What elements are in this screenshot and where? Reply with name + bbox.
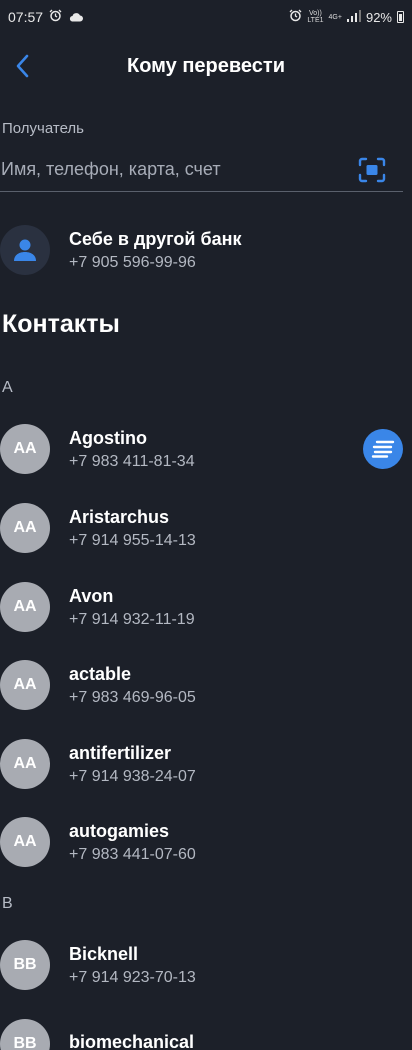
contact-name: biomechanical: [69, 1031, 195, 1050]
contact-row[interactable]: AA Avon +7 914 932-11-19: [0, 579, 412, 635]
back-button[interactable]: [4, 48, 40, 84]
person-icon: [14, 239, 36, 261]
contact-text: actable +7 983 469-96-05: [69, 664, 196, 707]
contact-phone: +7 914 938-24-07: [69, 767, 196, 785]
avatar: AA: [0, 739, 50, 789]
contact-name: autogamies: [69, 820, 170, 841]
recipient-label: Получатель: [2, 120, 84, 137]
avatar: AA: [0, 503, 50, 553]
self-avatar: [0, 225, 50, 275]
contact-phone: +7 983 441-07-60: [69, 845, 196, 863]
status-right: Vo)) LTE1 4G+ 92%: [289, 9, 404, 25]
avatar: BB: [0, 1019, 50, 1050]
self-transfer-name: Себе в другой банк: [69, 228, 242, 249]
contact-row[interactable]: AA actable +7 983 469-96-05: [0, 657, 412, 713]
avatar: AA: [0, 817, 50, 867]
self-transfer-row[interactable]: Себе в другой банк +7 905 596-99-96: [0, 222, 412, 278]
contact-name: actable: [69, 663, 132, 684]
header: Кому перевести: [0, 44, 412, 88]
net-type: 4G+: [328, 13, 342, 21]
contact-name: Bicknell: [69, 943, 139, 964]
scan-button[interactable]: [355, 153, 389, 187]
recipient-search-row: [0, 148, 403, 192]
contact-row[interactable]: AA Aristarchus +7 914 955-14-13: [0, 500, 412, 556]
contacts-title: Контакты: [2, 310, 120, 338]
contact-row[interactable]: AA autogamies +7 983 441-07-60: [0, 814, 412, 870]
page-title: Кому перевести: [126, 54, 286, 77]
avatar: BB: [0, 940, 50, 990]
alarm-icon: [49, 9, 62, 25]
avatar: AA: [0, 582, 50, 632]
contact-text: biomechanical: [69, 1032, 194, 1050]
floating-menu-button[interactable]: [363, 429, 403, 469]
contact-phone: +7 914 923-70-13: [69, 968, 196, 986]
contact-phone: +7 914 955-14-13: [69, 531, 196, 549]
contact-phone: +7 983 411-81-34: [69, 452, 195, 470]
group-letter-a: A: [2, 379, 13, 396]
status-time: 07:57: [8, 9, 44, 25]
chevron-left-icon: [16, 54, 29, 78]
alarm-icon: [289, 9, 302, 25]
scan-icon: [358, 157, 386, 182]
contact-name: Aristarchus: [69, 506, 170, 527]
signal-icon: [346, 9, 361, 25]
status-left: 07:57: [8, 9, 84, 25]
avatar: AA: [0, 660, 50, 710]
volte-bottom: LTE1: [307, 17, 324, 24]
contact-row[interactable]: AA antifertilizer +7 914 938-24-07: [0, 736, 412, 792]
contact-row[interactable]: BB biomechanical: [0, 1016, 412, 1050]
contact-name: antifertilizer: [69, 742, 172, 763]
contact-phone: +7 914 932-11-19: [69, 610, 195, 628]
self-transfer-text: Себе в другой банк +7 905 596-99-96: [69, 229, 242, 272]
contact-text: Aristarchus +7 914 955-14-13: [69, 507, 196, 550]
recipient-search-input[interactable]: [0, 150, 355, 189]
group-letter-b: B: [2, 895, 13, 912]
contact-row[interactable]: BB Bicknell +7 914 923-70-13: [0, 937, 412, 993]
contact-text: Bicknell +7 914 923-70-13: [69, 944, 196, 987]
cloud-icon: [68, 9, 84, 25]
contact-text: Agostino +7 983 411-81-34: [69, 428, 195, 471]
volte-indicator: Vo)) LTE1: [307, 10, 323, 24]
contact-text: antifertilizer +7 914 938-24-07: [69, 743, 196, 786]
battery-percent: 92%: [365, 9, 392, 25]
contact-row[interactable]: AA Agostino +7 983 411-81-34: [0, 421, 412, 477]
volte-top: Vo)): [309, 10, 322, 17]
avatar: AA: [0, 424, 50, 474]
stripes-icon: [371, 440, 395, 458]
status-bar: 07:57 Vo)) LTE1 4G+ 92%: [0, 0, 412, 34]
battery-icon: [397, 11, 404, 23]
contact-name: Agostino: [69, 427, 147, 448]
contact-phone: +7 983 469-96-05: [69, 688, 196, 706]
self-transfer-phone: +7 905 596-99-96: [69, 253, 196, 271]
contact-name: Avon: [69, 585, 114, 606]
contact-text: autogamies +7 983 441-07-60: [69, 821, 196, 864]
contact-text: Avon +7 914 932-11-19: [69, 586, 195, 629]
